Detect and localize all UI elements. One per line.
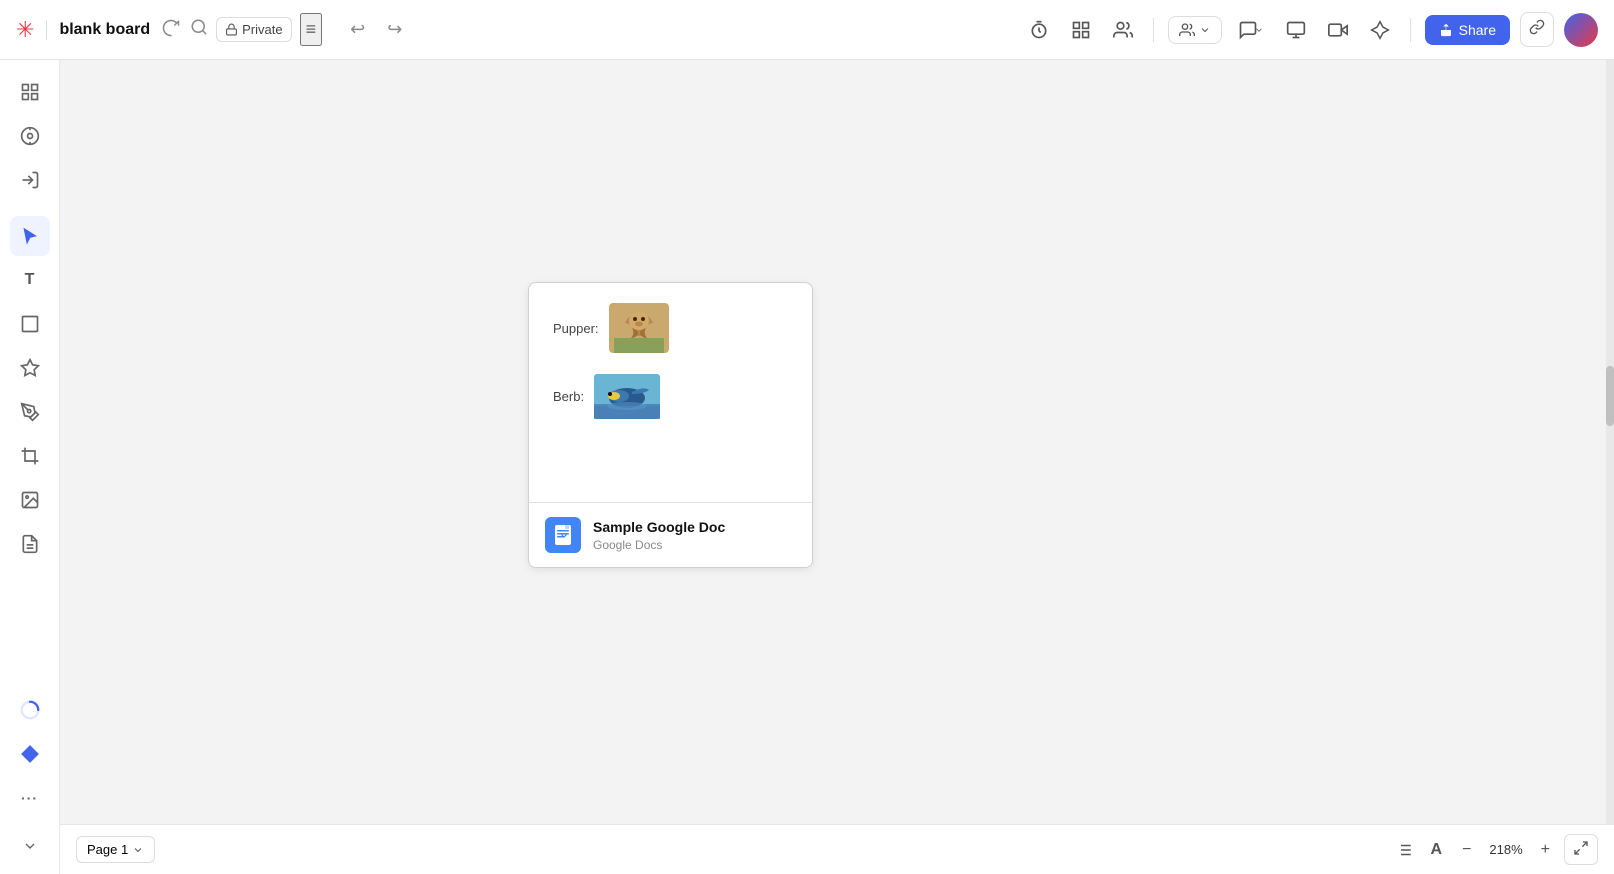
topbar-right: Share (1023, 12, 1598, 47)
text-style-button[interactable]: A (1425, 835, 1449, 865)
gdoc-svg (552, 524, 574, 546)
privacy-button[interactable]: Private (216, 17, 291, 42)
topbar-left: ✳ blank board Private ≡ (16, 13, 322, 46)
link-button[interactable] (1520, 12, 1554, 47)
avatar-image (1564, 13, 1598, 47)
zoom-level: 218% (1485, 842, 1526, 857)
zoom-in-button[interactable]: + (1533, 837, 1558, 863)
bird-svg (594, 374, 660, 419)
video-icon-button[interactable] (1322, 14, 1354, 46)
right-scrollbar[interactable] (1606, 60, 1614, 824)
gdoc-icon (545, 517, 581, 553)
topbar-divider-1 (46, 20, 47, 40)
sidebar-item-text[interactable]: T (10, 260, 50, 300)
redo-button[interactable]: ↪ (379, 15, 410, 44)
fit-button[interactable] (1564, 834, 1598, 865)
canvas: Pupper: (60, 60, 1614, 874)
dog-svg (609, 303, 669, 353)
sidebar-item-collapse[interactable] (10, 822, 50, 862)
card: Pupper: (528, 282, 813, 568)
save-icon[interactable] (162, 19, 180, 41)
undo-button[interactable]: ↩ (342, 15, 373, 44)
privacy-label: Private (242, 22, 282, 37)
gdoc-text: Sample Google Doc Google Docs (593, 518, 725, 552)
card-bottom[interactable]: Sample Google Doc Google Docs (529, 503, 812, 567)
berb-label: Berb: (553, 389, 584, 404)
scrollbar-thumb (1606, 366, 1614, 426)
sidebar-bottom: ··· (10, 690, 50, 862)
sidebar-item-pen[interactable] (10, 392, 50, 432)
sidebar-item-frame[interactable] (10, 304, 50, 344)
list-view-button[interactable] (1389, 835, 1419, 865)
sidebar-item-image[interactable] (10, 480, 50, 520)
sidebar-item-diamond[interactable] (10, 734, 50, 774)
people-icon-button[interactable] (1107, 14, 1139, 46)
card-top: Pupper: (529, 283, 812, 503)
sidebar-item-crop[interactable] (10, 436, 50, 476)
pupper-row: Pupper: (553, 303, 788, 353)
logo-icon[interactable]: ✳ (16, 17, 34, 43)
sidebar: T ··· (0, 60, 60, 874)
topbar-divider-2 (1153, 18, 1154, 42)
avatar[interactable] (1564, 13, 1598, 47)
search-icon[interactable] (190, 18, 208, 41)
sidebar-item-target[interactable] (10, 116, 50, 156)
gdoc-icon-inner (545, 517, 581, 553)
menu-button[interactable]: ≡ (300, 13, 323, 46)
share-label: Share (1459, 22, 1496, 38)
sidebar-item-signin[interactable] (10, 160, 50, 200)
sidebar-item-grid[interactable] (10, 72, 50, 112)
comment-icon-button[interactable] (1232, 14, 1270, 46)
sidebar-item-loading[interactable] (10, 690, 50, 730)
ai-icon-button[interactable] (1364, 14, 1396, 46)
board-title[interactable]: blank board (59, 21, 150, 39)
topbar: ✳ blank board Private ≡ ↩ ↪ (0, 0, 1614, 60)
page-label: Page 1 (87, 842, 128, 857)
board-icon-button[interactable] (1065, 14, 1097, 46)
gdoc-title: Sample Google Doc (593, 518, 725, 536)
page-select[interactable]: Page 1 (76, 836, 155, 863)
zoom-out-button[interactable]: − (1454, 837, 1479, 863)
sidebar-item-shapes[interactable] (10, 348, 50, 388)
pupper-label: Pupper: (553, 321, 599, 336)
berb-image (594, 371, 660, 421)
team-button[interactable] (1168, 16, 1222, 44)
timer-icon-button[interactable] (1023, 14, 1055, 46)
topbar-divider-3 (1410, 18, 1411, 42)
sidebar-item-sticky[interactable] (10, 524, 50, 564)
gdoc-subtitle: Google Docs (593, 538, 725, 552)
share-button[interactable]: Share (1425, 15, 1510, 45)
topbar-mid: ↩ ↪ (342, 15, 410, 44)
present-icon-button[interactable] (1280, 14, 1312, 46)
sidebar-item-cursor[interactable] (10, 216, 50, 256)
bottombar-right: A − 218% + (1389, 834, 1599, 865)
sidebar-item-more[interactable]: ··· (10, 778, 50, 818)
berb-row: Berb: (553, 371, 788, 421)
pupper-image (609, 303, 669, 353)
bottombar: Page 1 A − 218% + (60, 824, 1614, 874)
